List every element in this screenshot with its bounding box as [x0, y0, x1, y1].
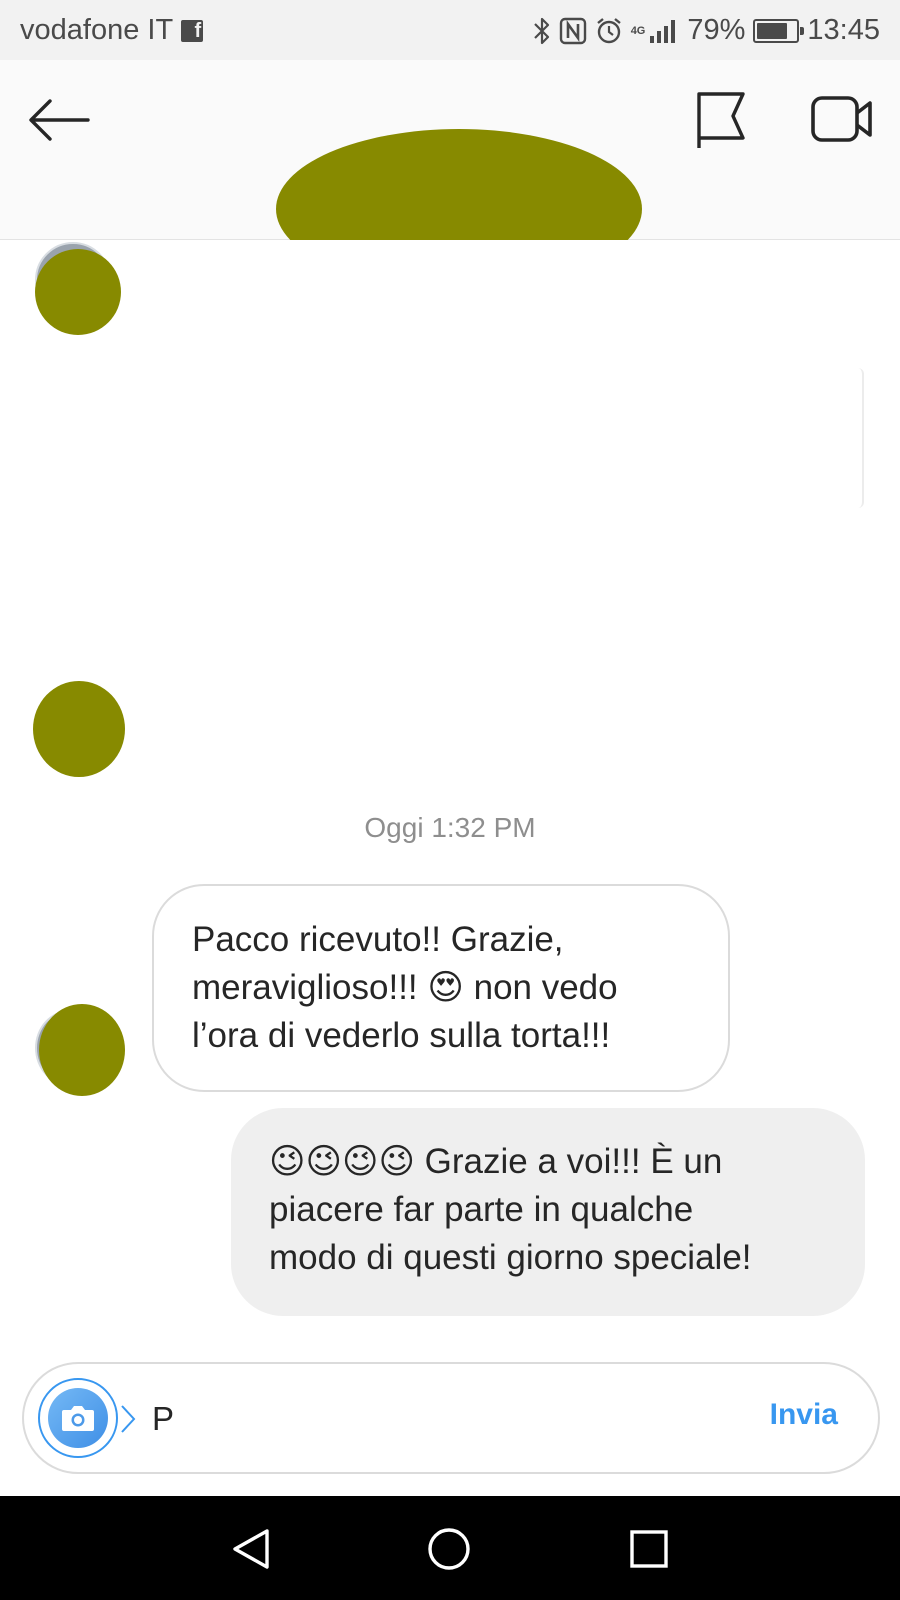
alarm-icon	[595, 17, 623, 45]
status-bar-left: vodafone IT f	[20, 14, 204, 47]
battery-icon	[753, 18, 805, 43]
flag-icon	[697, 92, 745, 148]
send-button[interactable]: Invia	[770, 1398, 838, 1432]
message-text: Grazie a voi!!! È un	[414, 1142, 723, 1181]
nav-back-button[interactable]	[226, 1524, 276, 1574]
nav-home-button[interactable]	[424, 1524, 474, 1574]
message-line: meraviglioso!!! 😍 non vedo	[192, 964, 698, 1012]
bluetooth-icon	[533, 17, 551, 45]
android-navigation-bar	[0, 1496, 900, 1600]
message-text: non vedo	[463, 968, 618, 1007]
back-arrow-icon	[29, 99, 90, 141]
battery-level	[757, 22, 788, 39]
message-line: Pacco ricevuto!! Grazie,	[192, 920, 564, 959]
camera-button[interactable]	[38, 1378, 118, 1458]
clock: 13:45	[807, 14, 880, 46]
facebook-icon: f	[181, 19, 204, 42]
status-bar-right: 4G 79% 13:45	[533, 14, 880, 47]
report-button[interactable]	[690, 88, 752, 152]
nav-home-icon	[428, 1528, 470, 1570]
carrier-name: vodafone IT	[20, 14, 174, 46]
message-line: 😉😉😉😉 Grazie a voi!!! È un	[269, 1138, 839, 1186]
message-line: piacere far parte in qualche	[269, 1190, 694, 1229]
message-composer: Invia	[22, 1362, 880, 1474]
chat-header: p	[0, 60, 900, 289]
video-call-icon	[811, 96, 872, 142]
status-bar: vodafone IT f 4G 79% 13:45	[0, 0, 900, 60]
back-button[interactable]	[24, 90, 94, 150]
message-text: meraviglioso!!!	[192, 968, 428, 1007]
message-thread[interactable]: Oggi 1:32 PM Pacco ricevuto!! Grazie, me…	[0, 240, 900, 1355]
avatar-redaction	[35, 249, 121, 335]
camera-bubble-tail	[121, 1405, 136, 1433]
camera-icon	[48, 1388, 108, 1448]
heart-eyes-emoji: 😍	[427, 968, 464, 1008]
message-input[interactable]	[152, 1392, 752, 1446]
message-line: l’ora di vederlo sulla torta!!!	[192, 1016, 611, 1055]
message-line: modo di questi giorno speciale!	[269, 1238, 752, 1277]
nav-recent-icon	[630, 1530, 668, 1568]
shared-post-card[interactable]	[146, 240, 862, 570]
avatar-redaction	[33, 681, 125, 777]
nav-back-icon	[233, 1529, 269, 1569]
outgoing-message-bubble[interactable]: 😉😉😉😉 Grazie a voi!!! È un piacere far pa…	[231, 1108, 865, 1316]
nfc-icon	[559, 17, 587, 45]
signal-icon	[649, 18, 679, 44]
incoming-message-bubble[interactable]: Pacco ricevuto!! Grazie, meraviglioso!!!…	[152, 884, 730, 1092]
message-timestamp: Oggi 1:32 PM	[364, 812, 536, 843]
nav-recent-button[interactable]	[624, 1524, 674, 1574]
avatar-redaction	[39, 1004, 125, 1096]
card-border	[858, 368, 864, 508]
battery-percent: 79%	[687, 14, 746, 46]
video-call-button[interactable]	[808, 90, 876, 148]
network-type: 4G	[630, 24, 646, 37]
winking-emoji: 😉😉😉😉	[269, 1142, 415, 1182]
